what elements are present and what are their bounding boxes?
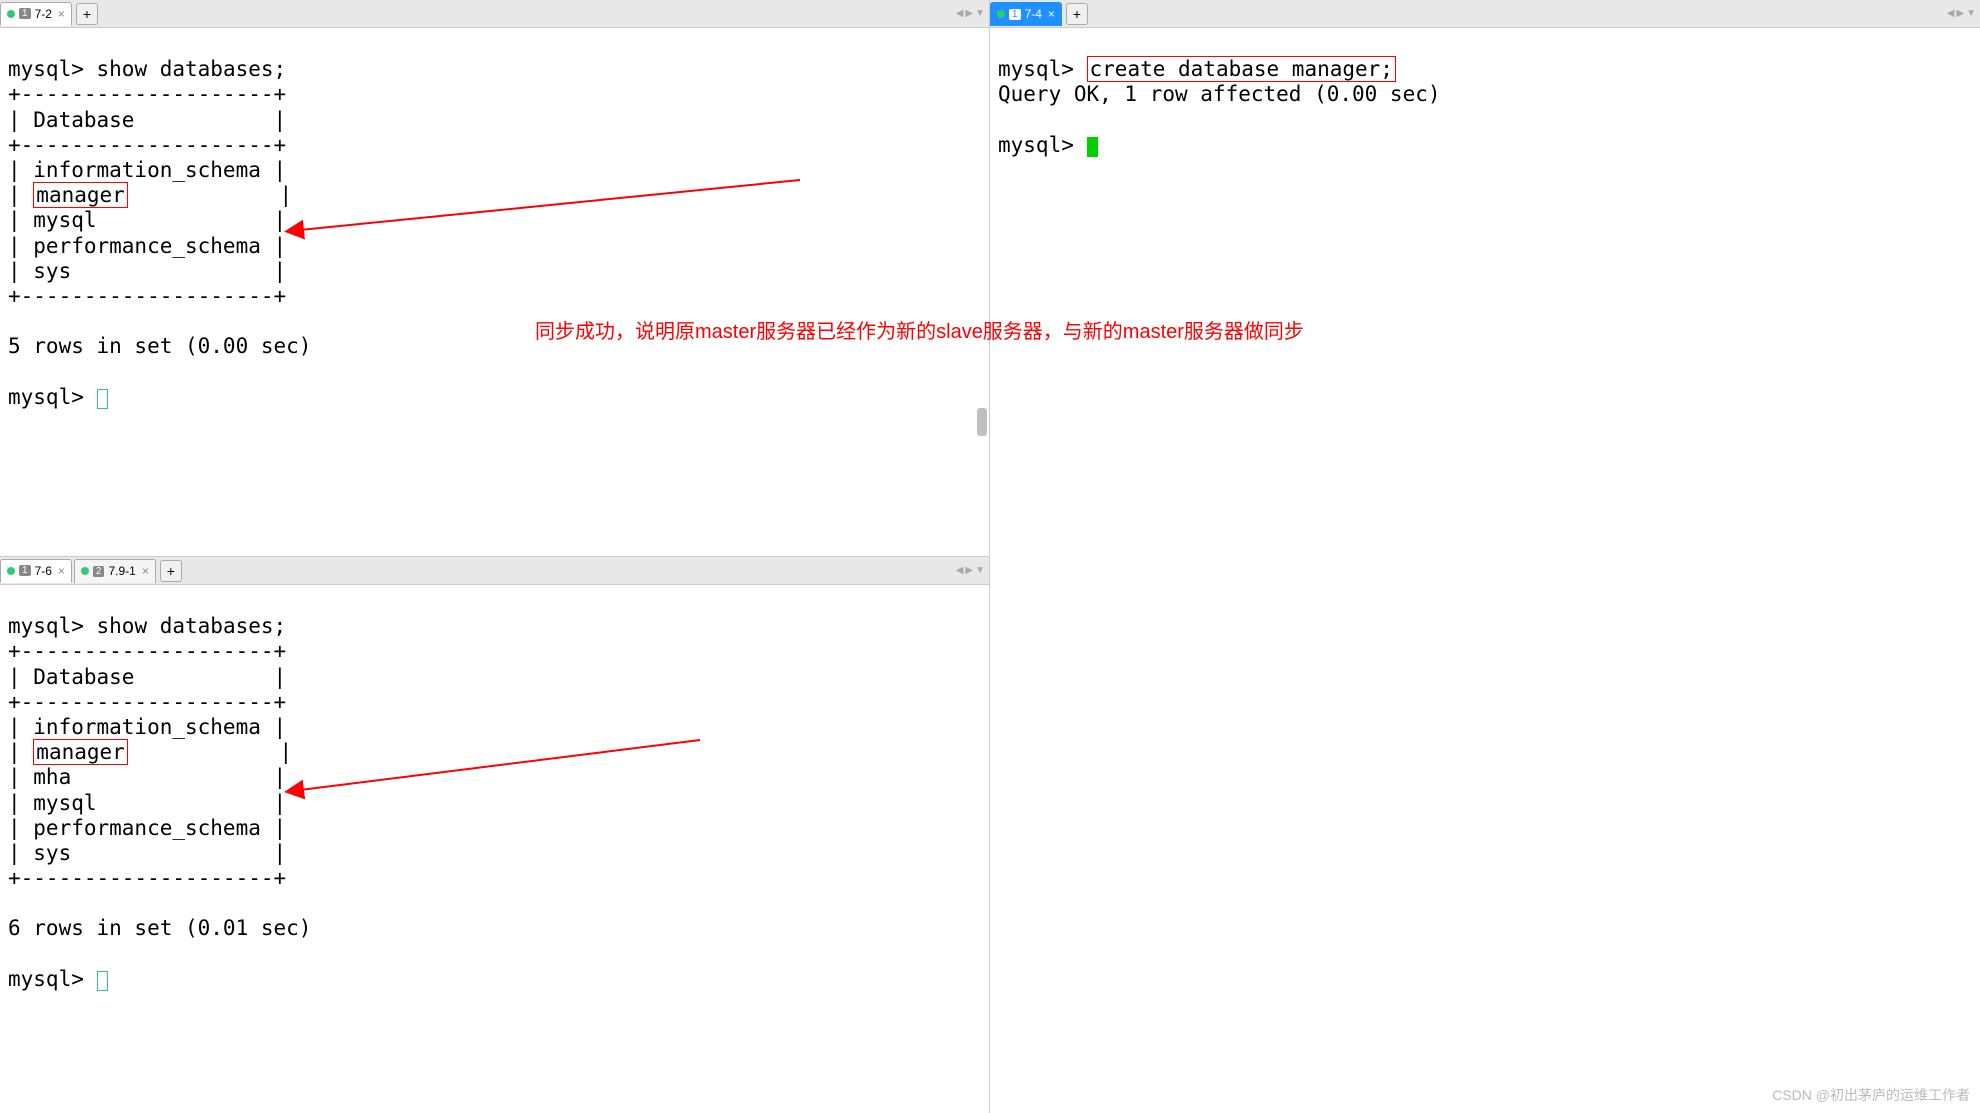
table-row: | sys | <box>8 841 286 865</box>
table-border: +--------------------+ <box>8 690 286 714</box>
command: show databases; <box>97 57 287 81</box>
table-header: | Database | <box>8 108 286 132</box>
status-dot-icon <box>81 567 89 575</box>
tab-label: 7-6 <box>35 564 52 578</box>
add-tab-button[interactable]: + <box>160 560 182 582</box>
tab-7-6[interactable]: 1 7-6 × <box>0 559 72 583</box>
nav-left-icon[interactable]: ◀ <box>1947 8 1955 19</box>
prompt: mysql> <box>998 57 1074 81</box>
highlighted-command: create database manager; <box>1087 56 1396 82</box>
cursor-icon <box>97 971 108 991</box>
left-column: 1 7-2 × + ◀ ▶ ▼ mysql> show databases; +… <box>0 0 990 1113</box>
nav-right-icon[interactable]: ▶ <box>1956 8 1964 19</box>
result-line: Query OK, 1 row affected (0.00 sec) <box>998 82 1441 106</box>
table-border: +--------------------+ <box>8 866 286 890</box>
nav-left-icon[interactable]: ◀ <box>956 565 964 576</box>
nav-down-icon[interactable]: ▼ <box>975 565 985 576</box>
table-row: | mysql | <box>8 791 286 815</box>
close-icon[interactable]: × <box>1048 7 1055 21</box>
tab-label: 7.9-1 <box>108 564 135 578</box>
tab-number: 1 <box>19 565 31 576</box>
table-row: | sys | <box>8 259 286 283</box>
table-row: | information_schema | <box>8 158 286 182</box>
tab-nav: ◀ ▶ ▼ <box>1947 8 1976 19</box>
close-icon[interactable]: × <box>58 7 65 21</box>
highlighted-db: manager <box>33 739 128 765</box>
tab-number: 2 <box>93 566 105 577</box>
nav-down-icon[interactable]: ▼ <box>975 8 985 19</box>
nav-right-icon[interactable]: ▶ <box>965 8 973 19</box>
right-column: 1 7-4 × + ◀ ▶ ▼ mysql> create database m… <box>990 0 1980 1113</box>
tabbar-top-left: 1 7-2 × + ◀ ▶ ▼ <box>0 0 989 28</box>
table-header: | Database | <box>8 665 286 689</box>
nav-left-icon[interactable]: ◀ <box>956 8 964 19</box>
status-dot-icon <box>7 10 15 18</box>
command: show databases; <box>97 614 287 638</box>
add-tab-button[interactable]: + <box>76 3 98 25</box>
table-row: | information_schema | <box>8 715 286 739</box>
result-footer: 6 rows in set (0.01 sec) <box>8 916 311 940</box>
tab-7-9-1[interactable]: 2 7.9-1 × <box>74 559 156 583</box>
close-icon[interactable]: × <box>142 564 149 578</box>
table-row: | performance_schema | <box>8 816 286 840</box>
prompt: mysql> <box>8 385 97 409</box>
table-border: +--------------------+ <box>8 133 286 157</box>
table-border: +--------------------+ <box>8 639 286 663</box>
tab-nav: ◀ ▶ ▼ <box>956 565 985 576</box>
prompt: mysql> <box>8 614 84 638</box>
table-row: | mysql | <box>8 208 286 232</box>
prompt: mysql> <box>8 967 97 991</box>
cursor-icon <box>1087 137 1098 157</box>
tab-number: 1 <box>19 8 31 19</box>
prompt: mysql> <box>998 133 1087 157</box>
tab-label: 7-2 <box>35 7 52 21</box>
watermark: CSDN @初出茅庐的运维工作者 <box>1772 1085 1970 1105</box>
tab-nav: ◀ ▶ ▼ <box>956 8 985 19</box>
table-row: | performance_schema | <box>8 234 286 258</box>
tab-7-4[interactable]: 1 7-4 × <box>990 2 1062 26</box>
terminal-top-left[interactable]: mysql> show databases; +----------------… <box>0 28 989 556</box>
table-border: +--------------------+ <box>8 284 286 308</box>
tabbar-right: 1 7-4 × + ◀ ▶ ▼ <box>990 0 1980 28</box>
status-dot-icon <box>997 10 1005 18</box>
status-dot-icon <box>7 567 15 575</box>
table-border: +--------------------+ <box>8 82 286 106</box>
table-row: | mha | <box>8 765 286 789</box>
pane-top-left: 1 7-2 × + ◀ ▶ ▼ mysql> show databases; +… <box>0 0 989 557</box>
tabbar-bottom-left: 1 7-6 × 2 7.9-1 × + ◀ ▶ ▼ <box>0 557 989 585</box>
prompt: mysql> <box>8 57 84 81</box>
pane-right: 1 7-4 × + ◀ ▶ ▼ mysql> create database m… <box>990 0 1980 1113</box>
nav-right-icon[interactable]: ▶ <box>965 565 973 576</box>
terminal-right[interactable]: mysql> create database manager; Query OK… <box>990 28 1980 1113</box>
main-container: 1 7-2 × + ◀ ▶ ▼ mysql> show databases; +… <box>0 0 1980 1113</box>
tab-7-2[interactable]: 1 7-2 × <box>0 2 72 26</box>
tab-label: 7-4 <box>1025 7 1042 21</box>
add-tab-button[interactable]: + <box>1066 3 1088 25</box>
nav-down-icon[interactable]: ▼ <box>1966 8 1976 19</box>
cursor-icon <box>97 389 108 409</box>
pane-bottom-left: 1 7-6 × 2 7.9-1 × + ◀ ▶ ▼ mysql> show da… <box>0 557 989 1113</box>
highlighted-db: manager <box>33 182 128 208</box>
result-footer: 5 rows in set (0.00 sec) <box>8 334 311 358</box>
close-icon[interactable]: × <box>58 564 65 578</box>
tab-number: 1 <box>1009 9 1021 20</box>
terminal-bottom-left[interactable]: mysql> show databases; +----------------… <box>0 585 989 1113</box>
scrollbar-thumb[interactable] <box>977 408 987 436</box>
